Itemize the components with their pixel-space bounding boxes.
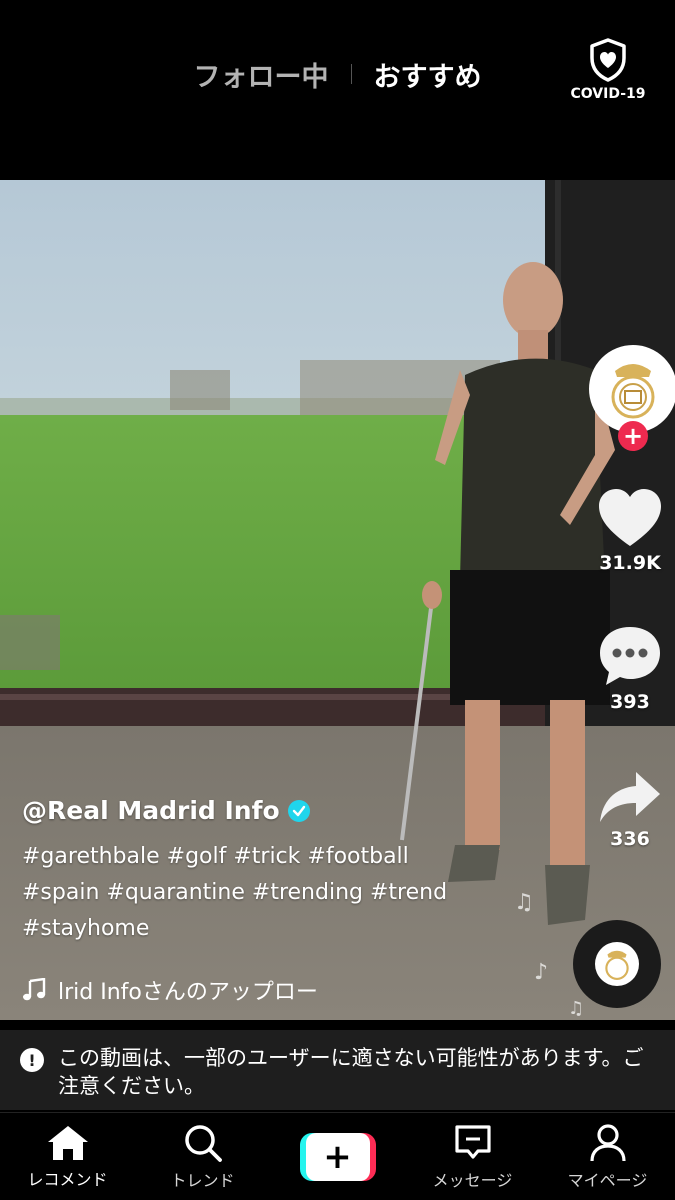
- comment-icon: [600, 627, 660, 685]
- tab-recommended[interactable]: おすすめ: [374, 55, 482, 94]
- tab-following[interactable]: フォロー中: [194, 55, 329, 94]
- covid-button[interactable]: COVID-19: [569, 38, 647, 102]
- sound-cover: [595, 942, 639, 986]
- share-button[interactable]: 336: [585, 770, 675, 850]
- like-button[interactable]: 31.9K: [585, 488, 675, 574]
- video-caption: @Real Madrid Info #garethbale #golf #tri…: [22, 796, 492, 947]
- shield-heart-icon: [590, 38, 626, 82]
- verified-badge-icon: [287, 799, 310, 822]
- share-arrow-icon: [600, 772, 660, 822]
- nav-discover[interactable]: トレンド: [135, 1113, 270, 1200]
- nav-profile-label: マイページ: [567, 1170, 648, 1190]
- username-row: @Real Madrid Info: [22, 796, 492, 825]
- nav-discover-label: トレンド: [170, 1170, 235, 1190]
- nav-home[interactable]: レコメンド: [0, 1113, 135, 1200]
- music-note-icon: ♫: [514, 890, 534, 915]
- bottom-nav: レコメンド トレンド + メッセージ マイページ: [0, 1112, 675, 1200]
- warning-icon: !: [20, 1048, 44, 1072]
- follow-button[interactable]: +: [618, 421, 648, 451]
- warning-text: この動画は、一部のユーザーに適さない可能性があります。ご注意ください。: [58, 1046, 644, 1098]
- profile-icon: [589, 1123, 626, 1161]
- home-icon: [47, 1125, 88, 1160]
- avatar[interactable]: [589, 345, 675, 433]
- club-crest-icon: [605, 950, 629, 980]
- music-disc[interactable]: [573, 920, 661, 1008]
- music-note-icon: ♪: [534, 960, 549, 985]
- club-crest-icon: [611, 364, 655, 419]
- like-count: 31.9K: [599, 552, 661, 574]
- search-icon: [184, 1124, 222, 1162]
- music-note-icon: ♫: [568, 998, 585, 1019]
- sound-row[interactable]: lrid Infoさんのアップロー: [22, 974, 382, 1006]
- nav-profile[interactable]: マイページ: [540, 1113, 675, 1200]
- plus-icon: +: [305, 1132, 370, 1181]
- create-button[interactable]: +: [299, 1132, 376, 1181]
- covid-label: COVID-19: [570, 86, 646, 102]
- message-icon: [454, 1124, 491, 1159]
- heart-icon: [599, 489, 661, 546]
- comment-count: 393: [610, 691, 650, 713]
- nav-inbox-label: メッセージ: [432, 1170, 513, 1190]
- nav-create[interactable]: +: [270, 1113, 405, 1200]
- video-description[interactable]: #garethbale #golf #trick #football #spai…: [22, 839, 492, 947]
- share-count: 336: [610, 828, 650, 850]
- username[interactable]: @Real Madrid Info: [22, 796, 280, 825]
- tab-divider: [350, 64, 352, 84]
- sound-title: lrid Infoさんのアップロー: [58, 980, 318, 1005]
- top-bar: フォロー中 おすすめ COVID-19: [0, 0, 675, 180]
- comment-button[interactable]: 393: [585, 625, 675, 713]
- music-note-icon: [23, 978, 46, 1001]
- nav-inbox[interactable]: メッセージ: [405, 1113, 540, 1200]
- creator-avatar-group: +: [585, 345, 675, 451]
- content-warning-banner: ! この動画は、一部のユーザーに適さない可能性があります。ご注意ください。: [0, 1030, 675, 1110]
- nav-home-label: レコメンド: [27, 1169, 108, 1189]
